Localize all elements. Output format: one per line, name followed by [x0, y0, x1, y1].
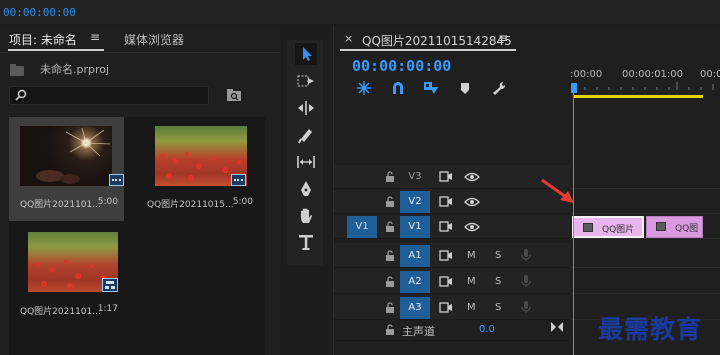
timeline-clip[interactable]: QQ图片 — [572, 216, 644, 238]
item-duration: 5:00 — [232, 197, 253, 207]
watermark-text: 最需教育 — [598, 315, 703, 344]
video-badge-icon — [231, 174, 246, 186]
sequence-badge-icon — [102, 278, 118, 292]
project-file-name: 未命名.prproj — [40, 63, 110, 76]
ripple-edit-tool-icon[interactable] — [295, 97, 317, 119]
clip-label: QQ图 — [675, 224, 699, 234]
pen-tool-icon[interactable] — [295, 178, 317, 200]
close-sequence-icon[interactable]: × — [344, 32, 353, 45]
fx-badge-icon — [583, 223, 593, 232]
razor-tool-icon[interactable] — [295, 124, 317, 146]
mute-track-button[interactable]: M — [467, 302, 476, 313]
mute-track-button[interactable]: M — [467, 276, 476, 287]
timeline-settings-wrench-icon[interactable] — [491, 80, 507, 96]
selection-tool-icon[interactable] — [295, 43, 317, 65]
slip-tool-icon[interactable] — [295, 151, 317, 173]
toggle-track-output-eye-icon[interactable] — [464, 197, 480, 207]
master-volume-value[interactable]: 0.0 — [479, 324, 495, 335]
track-lock-icon[interactable] — [385, 324, 395, 335]
track-select-tool-icon[interactable] — [295, 70, 317, 92]
voice-over-mic-icon[interactable] — [521, 300, 531, 314]
sync-lock-icon[interactable] — [439, 302, 453, 313]
item-name: QQ图片20211015... — [147, 200, 234, 210]
master-track-label: 主声道 — [402, 325, 435, 338]
track-lane-v2[interactable] — [571, 190, 720, 214]
source-patch-v1[interactable]: V1 — [347, 216, 377, 238]
ruler-label: :00:00 — [570, 69, 603, 80]
fx-badge-icon — [656, 222, 666, 231]
track-lane-a1[interactable] — [571, 243, 720, 268]
search-input[interactable] — [9, 86, 209, 105]
toggle-track-output-eye-icon[interactable] — [464, 222, 480, 232]
track-lock-icon[interactable] — [385, 276, 395, 287]
track-lane-a2[interactable] — [571, 269, 720, 294]
nest-toggle-icon[interactable] — [356, 80, 372, 96]
playhead-timecode[interactable]: 00:00:00:00 — [352, 57, 451, 75]
folder-icon — [10, 64, 24, 76]
sequence-tab-underline — [340, 49, 516, 51]
ruler-label: 00:00:01:00 — [622, 69, 684, 80]
track-lock-icon[interactable] — [385, 302, 395, 313]
track-target-a3[interactable]: A3 — [400, 297, 430, 319]
track-lock-icon[interactable] — [385, 250, 395, 261]
search-icon — [15, 89, 27, 101]
sync-lock-icon[interactable] — [439, 250, 453, 261]
ruler-ticks — [572, 82, 714, 90]
timeline-clip[interactable]: QQ图 — [646, 216, 703, 238]
sync-lock-icon[interactable] — [439, 196, 453, 207]
clip-label: QQ图片 — [602, 225, 635, 235]
track-header-master — [334, 321, 570, 341]
toggle-track-output-eye-icon[interactable] — [464, 172, 480, 182]
sequence-tab-title[interactable]: QQ图片20211015142845 — [362, 32, 512, 49]
solo-track-button[interactable]: S — [495, 276, 501, 287]
track-lock-icon[interactable] — [385, 221, 395, 232]
project-panel-menu-icon[interactable]: ≡ — [90, 30, 100, 44]
work-area-bar[interactable] — [574, 95, 703, 98]
track-target-v1[interactable]: V1 — [400, 216, 430, 238]
item-duration: 5:00 — [97, 197, 118, 207]
track-target-v2[interactable]: V2 — [400, 191, 430, 213]
track-target-v3[interactable]: V3 — [400, 166, 430, 188]
ruler-label: 00:0 — [700, 69, 720, 80]
item-name: QQ图片2021101... — [20, 307, 101, 317]
header-timecode: 00:00:00:00 — [3, 6, 76, 19]
track-target-a1[interactable]: A1 — [400, 245, 430, 267]
solo-track-button[interactable]: S — [495, 250, 501, 261]
sparkler-thumbnail — [20, 126, 112, 186]
track-target-a2[interactable]: A2 — [400, 271, 430, 293]
voice-over-mic-icon[interactable] — [521, 248, 531, 262]
project-item-3[interactable]: QQ图片2021101... 1:17 — [9, 224, 124, 328]
linked-selection-icon[interactable] — [423, 80, 439, 96]
project-item-2[interactable]: QQ图片20211015... 5:00 — [136, 117, 253, 221]
sequence-panel-menu-icon[interactable]: ≡ — [498, 31, 508, 45]
mute-track-button[interactable]: M — [467, 250, 476, 261]
project-panel-divider — [0, 52, 280, 53]
video-badge-icon — [109, 174, 124, 186]
track-lane-v3[interactable] — [571, 165, 720, 189]
tab-media-browser[interactable]: 媒体浏览器 — [124, 31, 184, 48]
voice-over-mic-icon[interactable] — [521, 274, 531, 288]
tab-project[interactable]: 项目: 未命名 — [9, 31, 77, 48]
sync-lock-icon[interactable] — [439, 171, 453, 182]
annotation-arrow-icon — [541, 178, 574, 203]
playhead-handle[interactable] — [571, 83, 577, 93]
add-marker-icon[interactable] — [457, 80, 473, 96]
item-duration: 1:17 — [97, 304, 118, 314]
go-to-end-icon[interactable] — [550, 321, 564, 333]
solo-track-button[interactable]: S — [495, 302, 501, 313]
time-ruler[interactable]: :00:00 00:00:01:00 00:0 — [560, 69, 720, 83]
playhead-line — [573, 93, 574, 355]
sync-lock-icon[interactable] — [439, 276, 453, 287]
track-lock-icon[interactable] — [385, 171, 395, 182]
tab-project-underline — [8, 49, 104, 51]
track-lock-icon[interactable] — [385, 196, 395, 207]
new-search-bin-icon[interactable] — [226, 88, 242, 102]
type-tool-icon[interactable] — [295, 232, 317, 254]
item-name: QQ图片2021101... — [20, 200, 101, 210]
hand-tool-icon[interactable] — [295, 205, 317, 227]
top-bar — [0, 0, 720, 24]
snap-magnet-icon[interactable] — [390, 80, 406, 96]
sync-lock-icon[interactable] — [439, 221, 453, 232]
project-item-1[interactable]: QQ图片2021101... 5:00 — [9, 117, 124, 221]
